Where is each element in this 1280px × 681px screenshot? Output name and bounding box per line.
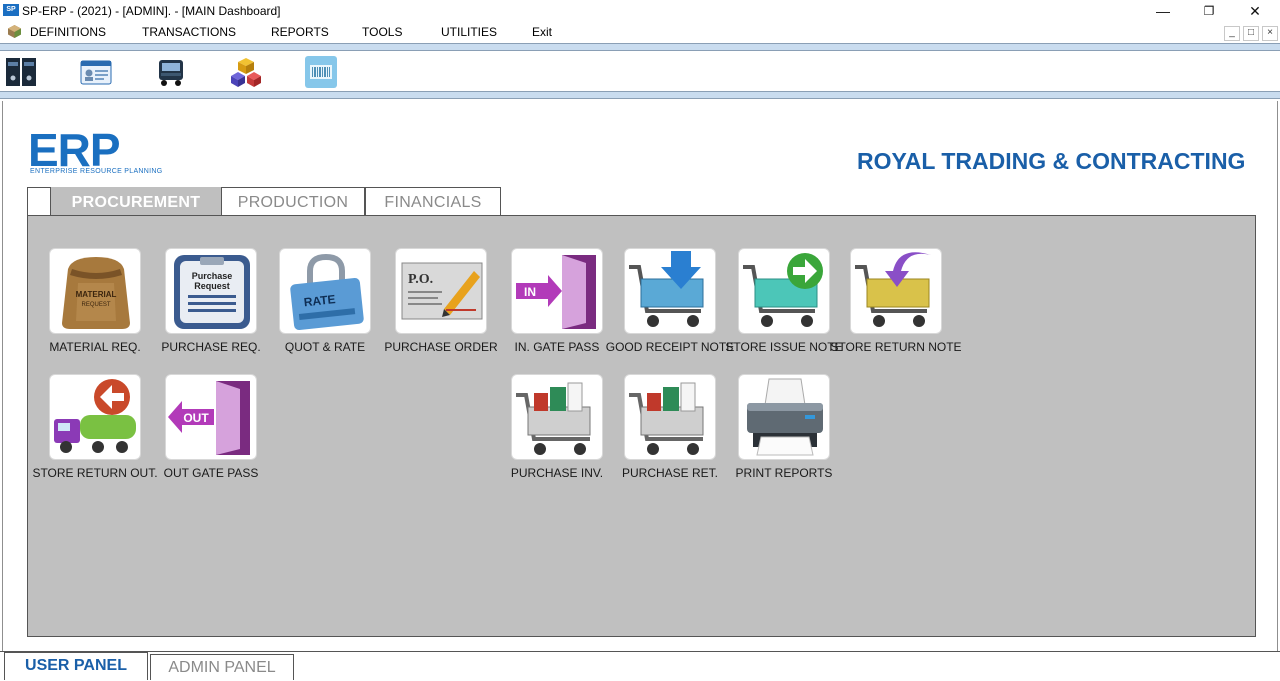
menu-transactions[interactable]: TRANSACTIONS: [142, 25, 236, 39]
company-name: ROYAL TRADING & CONTRACTING: [857, 148, 1246, 174]
toolbar: [0, 51, 1280, 91]
good-receipt-note-button[interactable]: [624, 248, 716, 334]
out-gate-pass-button[interactable]: OUT: [165, 374, 257, 460]
purchase-request-icon: Purchase Request: [174, 255, 250, 329]
cart-return-icon: [855, 252, 931, 327]
door-in-icon: IN: [516, 255, 596, 329]
svg-text:P.O.: P.O.: [408, 272, 433, 287]
boxes-icon[interactable]: [230, 56, 262, 88]
purchase-req-button[interactable]: Purchase Request: [165, 248, 257, 334]
menu-tools[interactable]: TOOLS: [362, 25, 402, 39]
toolbar-separator: [0, 91, 1280, 99]
svg-text:IN: IN: [524, 285, 536, 299]
restore-button[interactable]: ❐: [1186, 0, 1232, 22]
app-icon: SP: [3, 4, 19, 16]
title-bar: SP SP-ERP - (2021) - [ADMIN]. - [MAIN Da…: [0, 0, 1280, 22]
panel-tabs: USER PANEL ADMIN PANEL: [0, 651, 1280, 680]
tab-financials[interactable]: FINANCIALS: [365, 187, 501, 217]
binders-icon[interactable]: [5, 56, 37, 88]
tab-spacer: [27, 187, 51, 217]
menu-utilities[interactable]: UTILITIES: [441, 25, 497, 39]
printer-icon: [747, 378, 823, 456]
mdi-restore-button[interactable]: □: [1243, 26, 1259, 41]
shopping-cart-icon: [516, 382, 591, 455]
minimize-button[interactable]: —: [1140, 0, 1186, 22]
menu-reports[interactable]: REPORTS: [271, 25, 329, 39]
purchase-order-button[interactable]: P.O.: [395, 248, 487, 334]
menu-bar: DEFINITIONS TRANSACTIONS REPORTS TOOLS U…: [0, 22, 1280, 43]
out-gate-pass-label: OUT GATE PASS: [163, 466, 259, 480]
store-return-out-button[interactable]: [49, 374, 141, 460]
material-req-button[interactable]: MATERIAL REQUEST: [49, 248, 141, 334]
store-issue-note-button[interactable]: [738, 248, 830, 334]
tab-admin-panel[interactable]: ADMIN PANEL: [150, 654, 294, 680]
svg-text:Purchase: Purchase: [192, 271, 233, 281]
tab-production[interactable]: PRODUCTION: [221, 187, 365, 217]
close-button[interactable]: ✕: [1232, 0, 1278, 22]
app-menu-icon[interactable]: [8, 25, 21, 38]
print-reports-button[interactable]: [738, 374, 830, 460]
rate-lock-icon: RATE: [290, 253, 364, 331]
material-bag-icon: MATERIAL REQUEST: [62, 257, 130, 329]
cart-right-icon: [743, 253, 823, 327]
store-return-note-label: STORE RETURN NOTE: [830, 340, 962, 354]
purchase-inv-button[interactable]: [511, 374, 603, 460]
cart-down-icon: [629, 251, 704, 327]
menu-separator: [0, 43, 1280, 51]
shopping-cart-return-icon: [629, 382, 704, 455]
truck-return-icon: [54, 379, 136, 453]
barcode-icon[interactable]: [305, 56, 337, 88]
menu-definitions[interactable]: DEFINITIONS: [30, 25, 106, 39]
quot-rate-button[interactable]: RATE: [279, 248, 371, 334]
svg-text:REQUEST: REQUEST: [81, 302, 110, 308]
svg-text:Request: Request: [194, 281, 230, 291]
door-out-icon: OUT: [168, 381, 250, 455]
store-return-note-button[interactable]: [850, 248, 942, 334]
print-reports-label: PRINT REPORTS: [735, 466, 833, 480]
purchase-ret-button[interactable]: [624, 374, 716, 460]
mdi-minimize-button[interactable]: _: [1224, 26, 1240, 41]
id-card-icon[interactable]: [80, 56, 112, 88]
truck-icon[interactable]: [155, 56, 187, 88]
tab-procurement[interactable]: PROCUREMENT: [51, 187, 221, 217]
window-title: SP-ERP - (2021) - [ADMIN]. - [MAIN Dashb…: [22, 4, 281, 18]
menu-exit[interactable]: Exit: [532, 25, 552, 39]
procurement-panel: MATERIAL REQUEST MATERIAL REQ. Purchase …: [27, 215, 1256, 637]
svg-text:OUT: OUT: [183, 411, 209, 425]
po-document-icon: P.O.: [401, 262, 483, 320]
tab-user-panel[interactable]: USER PANEL: [4, 652, 148, 680]
logo-subtitle: ENTERPRISE RESOURCE PLANNING: [30, 168, 163, 175]
svg-text:MATERIAL: MATERIAL: [76, 290, 117, 299]
main-panel: ERP ENTERPRISE RESOURCE PLANNING ROYAL T…: [2, 101, 1278, 651]
in-gate-pass-button[interactable]: IN: [511, 248, 603, 334]
mdi-close-button[interactable]: ×: [1262, 26, 1278, 41]
